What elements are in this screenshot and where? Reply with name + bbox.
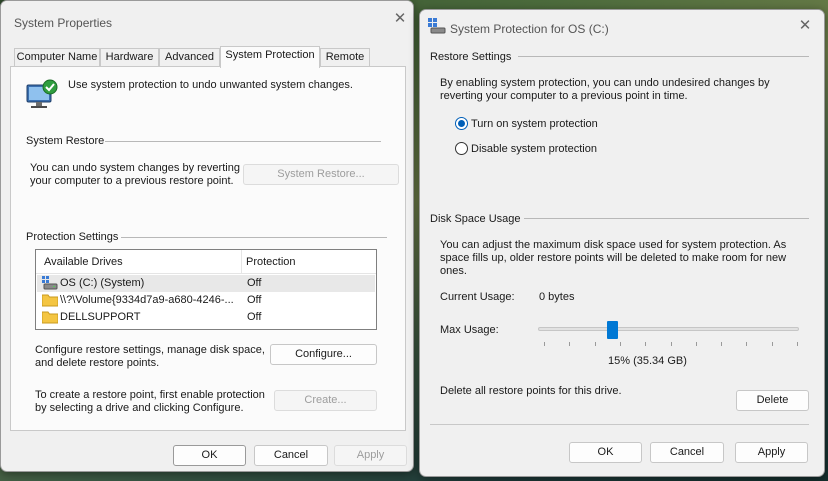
apply-button[interactable]: Apply [735,442,808,463]
tab-system-protection[interactable]: System Protection [220,46,320,68]
slider-tick [772,342,773,346]
system-restore-heading: System Restore [26,135,105,147]
folder-icon [41,293,59,310]
cancel-button[interactable]: Cancel [650,442,724,463]
tab-computer-name[interactable]: Computer Name [14,48,100,67]
cancel-button[interactable]: Cancel [254,445,328,466]
tab-strip: Computer Name Hardware Advanced System P… [10,46,406,68]
slider-tick [620,342,621,346]
list-header: Available Drives Protection [36,250,376,274]
slider-tick [569,342,570,346]
max-usage-slider-thumb[interactable] [607,321,618,339]
slider-tick [544,342,545,346]
disable-protection-radio[interactable] [455,142,468,155]
system-protection-icon [428,18,446,37]
system-properties-window: System Properties ✕ Computer Name Hardwa… [0,0,414,472]
create-description: To create a restore point, first enable … [35,389,265,414]
delete-button[interactable]: Delete [736,390,809,411]
current-usage-label: Current Usage: [440,291,515,303]
drive-protection: Off [247,311,262,323]
drive-name: DELLSUPPORT [60,311,141,323]
ok-button[interactable]: OK [173,445,246,466]
current-usage-value: 0 bytes [539,291,575,303]
intro-text: Use system protection to undo unwanted s… [68,79,353,91]
folder-icon [41,310,59,327]
restore-settings-description: By enabling system protection, you can u… [440,77,770,102]
max-usage-slider[interactable] [538,327,799,331]
configure-button[interactable]: Configure... [270,344,377,365]
max-usage-label: Max Usage: [440,324,499,336]
title-bar[interactable]: System Properties ✕ [1,1,413,41]
system-drive-icon [42,276,58,293]
close-icon[interactable]: ✕ [797,18,813,34]
divider [430,424,809,425]
title-bar[interactable]: System Protection for OS (C:) ✕ [420,10,824,50]
create-button[interactable]: Create... [274,390,377,411]
system-restore-description: You can undo system changes by reverting… [30,162,240,187]
system-protection-window: System Protection for OS (C:) ✕ Restore … [419,9,825,477]
slider-tick [721,342,722,346]
list-item[interactable]: DELLSUPPORT Off [37,309,375,326]
max-usage-readout: 15% (35.34 GB) [608,355,687,367]
ok-button[interactable]: OK [569,442,642,463]
divider [518,56,809,57]
column-header-available-drives[interactable]: Available Drives [44,256,123,268]
list-item[interactable]: OS (C:) (System) Off [37,275,375,292]
drive-name: \\?\Volume{9334d7a9-a680-4246-... [60,294,234,306]
disable-protection-label[interactable]: Disable system protection [471,143,597,156]
disk-space-heading: Disk Space Usage [430,213,521,225]
divider [105,141,381,142]
system-protection-icon [25,79,59,111]
disk-space-description: You can adjust the maximum disk space us… [440,239,787,277]
apply-button[interactable]: Apply [334,445,407,466]
protection-settings-heading: Protection Settings [26,231,119,243]
drive-name: OS (C:) (System) [60,277,145,289]
slider-tick [696,342,697,346]
configure-description: Configure restore settings, manage disk … [35,344,265,369]
close-icon[interactable]: ✕ [392,11,408,27]
drive-protection: Off [247,294,262,306]
delete-description: Delete all restore points for this drive… [440,385,622,397]
tab-advanced[interactable]: Advanced [159,48,220,67]
system-restore-button[interactable]: System Restore... [243,164,399,185]
slider-tick [595,342,596,346]
column-header-protection[interactable]: Protection [246,256,296,268]
window-title: System Protection for OS (C:) [450,22,609,36]
divider [121,237,387,238]
restore-settings-heading: Restore Settings [430,51,512,63]
turn-on-protection-label[interactable]: Turn on system protection [471,118,598,131]
column-separator[interactable] [241,250,242,274]
slider-tick [746,342,747,346]
window-title: System Properties [14,16,113,30]
slider-tick [645,342,646,346]
slider-tick [797,342,798,346]
slider-tick [671,342,672,346]
drive-protection: Off [247,277,262,289]
turn-on-protection-radio[interactable] [455,117,468,130]
available-drives-list[interactable]: Available Drives Protection OS (C:) (Sys… [35,249,377,330]
divider [524,218,809,219]
tab-hardware[interactable]: Hardware [100,48,159,67]
list-item[interactable]: \\?\Volume{9334d7a9-a680-4246-... Off [37,292,375,309]
tab-remote[interactable]: Remote [320,48,370,67]
